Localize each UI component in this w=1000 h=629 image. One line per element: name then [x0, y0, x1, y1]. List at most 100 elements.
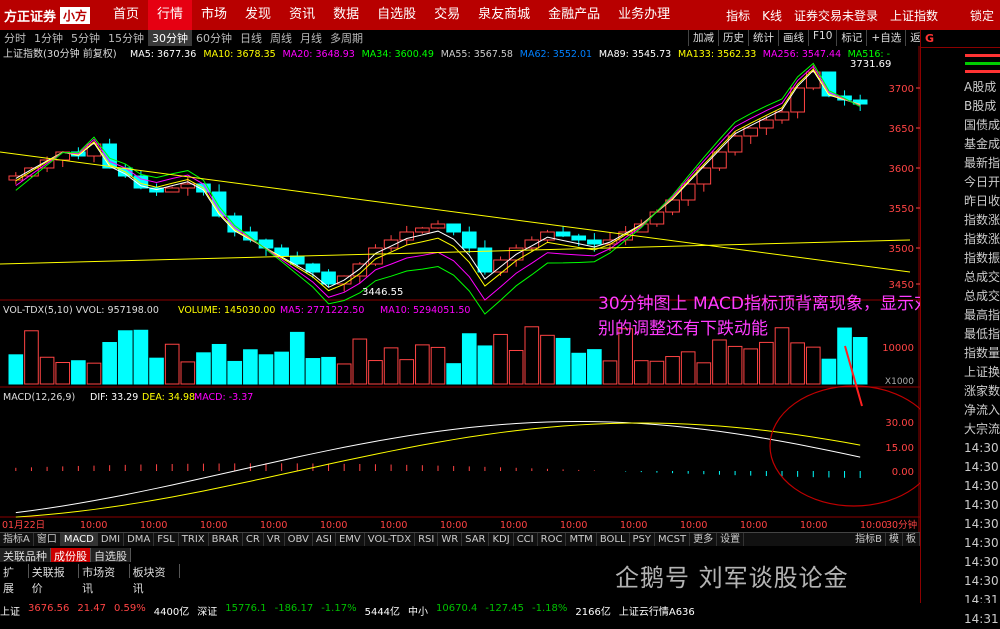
nav-item[interactable]: 发现: [236, 0, 280, 30]
side-quote-row: 指数涨: [964, 213, 1000, 227]
indicator-tab[interactable]: EMV: [336, 533, 365, 546]
market-ticker: 上证 3676.56 21.47 0.59% 4400亿 深证 15776.1 -186.17…: [0, 603, 1000, 618]
period-tab[interactable]: 5分钟: [67, 30, 104, 46]
nav-item[interactable]: 数据: [324, 0, 368, 30]
period-tab[interactable]: 多周期: [326, 30, 367, 46]
x-axis-label: 10:00: [620, 520, 647, 531]
period-tab[interactable]: 1分钟: [30, 30, 67, 46]
volume-bar: [759, 341, 774, 385]
indicator-tab[interactable]: ROC: [538, 533, 567, 546]
ma-value: MA34: 3600.49: [362, 49, 434, 60]
period-tab[interactable]: 月线: [296, 30, 326, 46]
period-tab[interactable]: 60分钟: [192, 30, 236, 46]
chart-tool-button[interactable]: +自选: [866, 30, 905, 46]
indicator-tab[interactable]: OBV: [285, 533, 313, 546]
indicator-tab[interactable]: ASI: [313, 533, 336, 546]
volume-bar: [805, 346, 821, 385]
watermark: 企鹅号 刘军谈股论金: [615, 564, 849, 592]
indicator-tab[interactable]: CCI: [514, 533, 538, 546]
footer-tab[interactable]: 板块资讯: [130, 564, 180, 595]
period-tab[interactable]: 30分钟: [148, 30, 192, 46]
indicator-tab[interactable]: SAR: [462, 533, 490, 546]
indicator-b-tab[interactable]: 指标B: [852, 533, 886, 546]
volume-bar: [180, 361, 196, 385]
nav-item[interactable]: 金融产品: [539, 0, 609, 30]
period-tab[interactable]: 周线: [266, 30, 296, 46]
ticker-value: 3676.56: [28, 603, 70, 614]
top-nav-bar: 方正证券 小方 首页 行情 市场 发现 资讯 数据 自选股 交易 泉友商城 金融产品 业务办理 指标 …: [0, 0, 1000, 30]
footer-tab[interactable]: 扩展: [0, 564, 29, 595]
indicator-tab[interactable]: BOLL: [597, 533, 630, 546]
candle: [571, 235, 587, 241]
chart-tool-button[interactable]: 加减: [688, 30, 718, 46]
trade-login-status[interactable]: 证券交易未登录: [794, 7, 878, 24]
indicator-tab[interactable]: TRIX: [179, 533, 209, 546]
footer-tab[interactable]: 市场资讯: [79, 564, 130, 595]
period-tab[interactable]: 15分钟: [104, 30, 148, 46]
volume-bar: [743, 348, 759, 385]
nav-item[interactable]: 资讯: [280, 0, 324, 30]
indicator-tab[interactable]: MCST: [655, 533, 691, 546]
ticker-value: -127.45: [485, 603, 525, 614]
lock-button[interactable]: 锁定: [970, 7, 994, 24]
indicator-tab[interactable]: WR: [438, 533, 463, 546]
nav-item[interactable]: 泉友商城: [469, 0, 539, 30]
indicator-tab[interactable]: CR: [243, 533, 264, 546]
indicator-tab[interactable]: RSI: [415, 533, 439, 546]
chart-tool-button[interactable]: 历史: [718, 30, 748, 46]
macd-tick-label: 0.00: [892, 467, 914, 478]
indicator-b-tab[interactable]: 模: [886, 533, 903, 546]
indicator-tab[interactable]: DMI: [98, 533, 125, 546]
chart-tool-button[interactable]: 统计: [748, 30, 778, 46]
indicator-tab[interactable]: FSL: [154, 533, 179, 546]
volume-bar: [305, 358, 321, 385]
indicator-tab[interactable]: MTM: [566, 533, 597, 546]
indicator-button[interactable]: 指标: [726, 7, 750, 24]
ticker-value: 10670.4: [436, 603, 478, 614]
nav-item[interactable]: 市场: [192, 0, 236, 30]
side-quote-row: 今日开: [964, 175, 1000, 189]
candle: [524, 239, 540, 249]
ma-value: MA10: 3678.35: [203, 49, 275, 60]
candle: [743, 127, 759, 137]
nav-item[interactable]: 行情: [148, 0, 193, 30]
side-quote-row: 总成交: [964, 289, 1000, 303]
indicator-b-tab[interactable]: 板: [903, 533, 920, 546]
chart-tool-button[interactable]: 画线: [778, 30, 808, 46]
nav-item[interactable]: 首页: [104, 0, 148, 30]
volume-bar: [446, 363, 461, 385]
indicator-tab[interactable]: 窗口: [34, 533, 61, 546]
nav-item[interactable]: 交易: [425, 0, 469, 30]
macd-dea: DEA: 34.98: [142, 392, 195, 403]
indicator-tab[interactable]: KDJ: [489, 533, 514, 546]
ticker-value: 5444亿: [364, 607, 401, 618]
x-axis-label: 10:00: [800, 520, 827, 531]
y-tick-label: 3450: [889, 280, 914, 291]
volume-bar: [289, 331, 305, 385]
footer-tab[interactable]: 关联品种: [0, 548, 51, 563]
chart-tool-button[interactable]: F10: [808, 30, 836, 46]
indicator-tab[interactable]: MACD: [60, 533, 98, 546]
chart-tool-button[interactable]: 标记: [836, 30, 866, 46]
indicator-tab[interactable]: 指标A: [0, 533, 34, 546]
indicator-tab[interactable]: VR: [264, 533, 285, 546]
ma-value: MA5: 3677.36: [130, 49, 196, 60]
indicator-tab[interactable]: PSY: [630, 533, 656, 546]
nav-item[interactable]: 自选股: [368, 0, 425, 30]
volume-tick-label: 10000: [882, 343, 914, 354]
period-tab[interactable]: 分时: [0, 30, 30, 46]
indicator-tab[interactable]: 设置: [717, 533, 745, 546]
indicator-tab[interactable]: 更多: [690, 533, 718, 546]
indicator-tab[interactable]: BRAR: [209, 533, 243, 546]
indicator-tab[interactable]: VOL-TDX: [365, 533, 416, 546]
kline-button[interactable]: K线: [762, 7, 782, 24]
footer-tab[interactable]: 关联报价: [29, 564, 80, 595]
footer-tab[interactable]: 自选股: [91, 548, 131, 563]
footer-tab[interactable]: 成份股: [51, 548, 91, 563]
indicator-tab[interactable]: DMA: [124, 533, 155, 546]
y-tick-label: 3650: [889, 124, 914, 135]
volume-unit-label: X1000: [885, 377, 914, 387]
period-tab[interactable]: 日线: [236, 30, 266, 46]
nav-item[interactable]: 业务办理: [609, 0, 679, 30]
kline-chart[interactable]: 上证指数(30分钟 前复权) MA5: 3677.36 MA10: 3678.35 M…: [0, 46, 920, 532]
